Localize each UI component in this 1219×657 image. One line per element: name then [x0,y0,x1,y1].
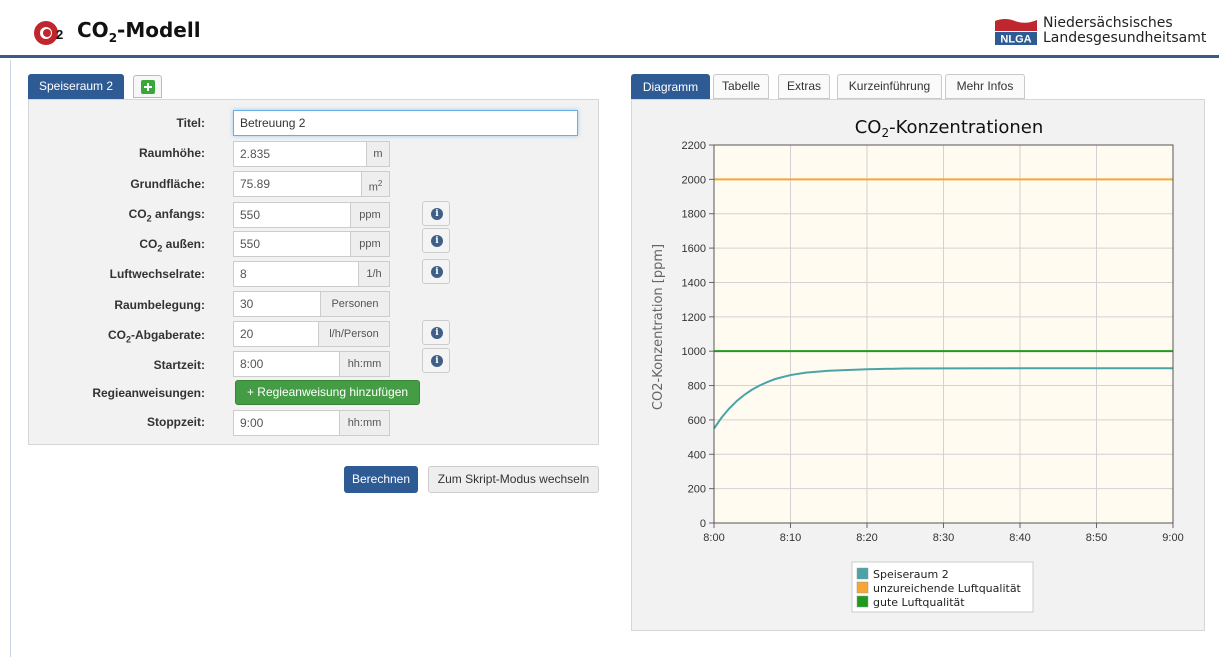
add-room-button[interactable] [133,75,162,98]
co2-logo-subscript: 2 [56,27,64,42]
info-icon: i [431,235,443,247]
x-tick-label: 8:10 [780,532,801,544]
startzeit-info-button[interactable]: i [422,348,450,373]
raumbelegung-unit: Personen [321,291,390,317]
legend-swatch [856,595,869,608]
titel-input[interactable]: Betreuung 2 [233,110,578,136]
legend-swatch [856,581,869,594]
co2-chart: CO2-Konzentrationen CO2-Konzentration [p… [651,117,1184,613]
co2-aussen-info-button[interactable]: i [422,228,450,253]
raumhoehe-unit: m [367,141,390,167]
y-axis-label: CO2-Konzentration [ppm] [651,244,666,410]
raumhoehe-input[interactable]: 2.835 [233,141,367,167]
raumhoehe-label: Raumhöhe: [139,146,205,160]
y-tick-label: 1000 [682,346,706,358]
x-tick-label: 8:30 [933,532,954,544]
nlga-logo: NLGA [995,19,1037,46]
x-tick-label: 8:20 [856,532,877,544]
titel-label: Titel: [176,116,205,130]
co2-anfangs-unit: ppm [351,202,390,228]
tab-extras[interactable]: Extras [778,74,830,99]
plus-icon [141,80,155,94]
co2-aussen-unit: ppm [351,231,390,257]
luftwechselrate-info-button[interactable]: i [422,259,450,284]
info-icon: i [431,266,443,278]
regieanweisungen-label: Regieanweisungen: [92,386,205,400]
y-tick-label: 0 [700,518,706,530]
startzeit-label: Startzeit: [153,358,205,372]
stoppzeit-unit: hh:mm [340,410,390,436]
y-tick-label: 2000 [682,174,706,186]
y-tick-label: 1600 [682,243,706,255]
co2-anfangs-info-button[interactable]: i [422,201,450,226]
luftwechselrate-unit: 1/h [359,261,390,287]
stoppzeit-label: Stoppzeit: [147,415,205,429]
abgaberate-label: CO2-Abgaberate: [107,328,205,345]
co2-anfangs-input[interactable]: 550 [233,202,351,228]
info-icon: i [431,327,443,339]
legend-label: unzureichende Luftqualität [873,582,1022,595]
info-icon: i [431,355,443,367]
co2-aussen-label: CO2 außen: [139,237,205,254]
raumbelegung-input[interactable]: 30 [233,291,321,317]
stoppzeit-input[interactable]: 9:00 [233,410,340,436]
chart-title: CO2-Konzentrationen [855,117,1044,140]
x-tick-label: 9:00 [1162,532,1183,544]
y-tick-label: 600 [688,415,706,427]
tab-tabelle[interactable]: Tabelle [713,74,769,99]
info-icon: i [431,208,443,220]
x-tick-label: 8:00 [703,532,724,544]
luftwechselrate-label: Luftwechselrate: [109,267,205,281]
legend-label: Speiseraum 2 [873,568,949,581]
grundflaeche-label: Grundfläche: [130,177,205,191]
y-tick-label: 1400 [682,277,706,289]
tab-mehr-infos[interactable]: Mehr Infos [945,74,1025,99]
x-tick-label: 8:40 [1009,532,1030,544]
tab-kurzeinfuehrung[interactable]: Kurzeinführung [837,74,942,99]
y-tick-label: 200 [688,484,706,496]
luftwechselrate-input[interactable]: 8 [233,261,359,287]
legend-swatch [856,567,869,580]
y-tick-label: 1200 [682,312,706,324]
co2-anfangs-label: CO2 anfangs: [128,207,205,224]
app-header: 2 CO2-Modell NLGA Niedersächsisches Land… [0,0,1219,58]
y-tick-label: 800 [688,381,706,393]
grundflaeche-unit: m2 [362,171,390,197]
grundflaeche-input[interactable]: 75.89 [233,171,362,197]
add-regieanweisung-button[interactable]: + Regieanweisung hinzufügen [235,380,420,405]
abgaberate-unit: l/h/Person [319,321,390,347]
y-tick-label: 2200 [682,140,706,152]
abgaberate-info-button[interactable]: i [422,320,450,345]
abgaberate-input[interactable]: 20 [233,321,319,347]
berechnen-button[interactable]: Berechnen [344,466,418,493]
y-tick-label: 400 [688,449,706,461]
startzeit-unit: hh:mm [340,351,390,377]
tab-speiseraum-2[interactable]: Speiseraum 2 [28,74,125,99]
x-tick-label: 8:50 [1086,532,1107,544]
startzeit-input[interactable]: 8:00 [233,351,340,377]
legend-label: gute Luftqualität [873,596,965,609]
y-tick-label: 1800 [682,209,706,221]
raumbelegung-label: Raumbelegung: [114,298,205,312]
tab-diagramm[interactable]: Diagramm [631,74,710,99]
skript-mode-button[interactable]: Zum Skript-Modus wechseln [428,466,599,493]
chart-panel: CO2-Konzentrationen CO2-Konzentration [p… [631,99,1205,631]
co2-aussen-input[interactable]: 550 [233,231,351,257]
svg-text:NLGA: NLGA [1000,34,1031,46]
nlga-name: Niedersächsisches Landesgesundheitsamt [1043,15,1207,46]
app-title: CO2-Modell [77,18,201,45]
